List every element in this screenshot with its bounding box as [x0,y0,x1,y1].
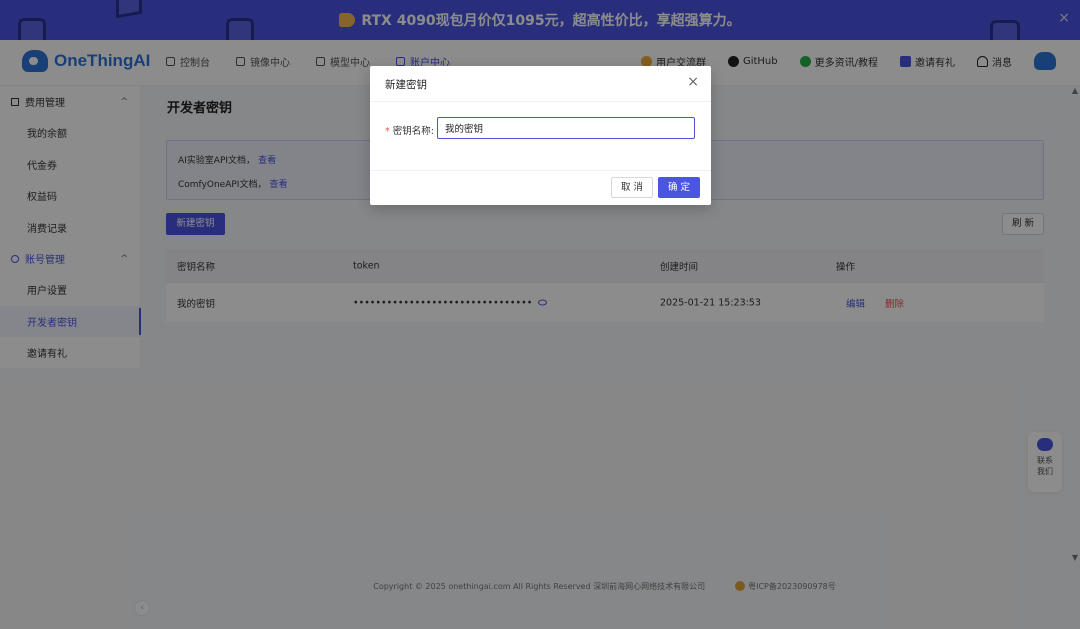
modal-title: 新建密钥 [385,79,427,91]
modal-divider [370,101,711,102]
confirm-button[interactable]: 确 定 [658,177,700,198]
key-name-input[interactable] [437,117,695,139]
close-icon[interactable]: × [687,74,699,90]
new-key-modal: 新建密钥 × *密钥名称: 取 消 确 定 [370,66,711,205]
key-name-label-text: 密钥名称: [392,126,434,137]
modal-divider [370,170,711,171]
cancel-button[interactable]: 取 消 [611,177,653,198]
required-mark: * [385,126,390,137]
key-name-label: * 密钥名称: [385,123,434,137]
